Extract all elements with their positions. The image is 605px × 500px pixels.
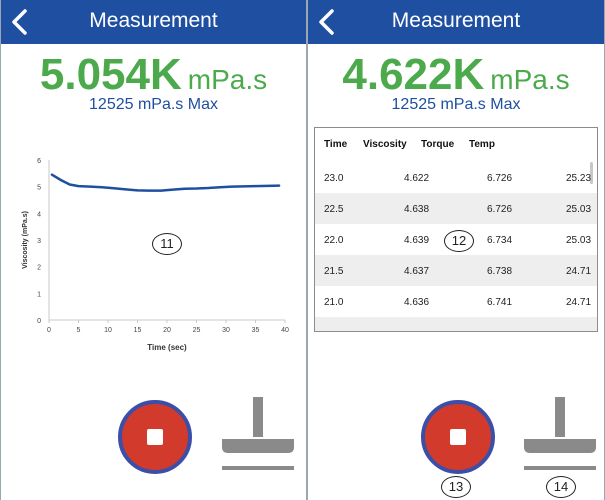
callout-marker: 12 [444, 230, 474, 252]
viscosity-reading: 4.622K mPa.s [308, 50, 604, 100]
x-tick-label: 35 [252, 327, 260, 334]
viscosity-chart: 0 1 2 3 4 5 6 0 5 10 15 20 25 30 35 40 Time (sec) Viscosi… [22, 158, 289, 352]
cell-temp: 25.03 [566, 204, 592, 215]
y-tick-label: 2 [37, 265, 41, 272]
stop-square-icon [450, 429, 466, 445]
stop-button[interactable] [118, 400, 192, 474]
cell-torque: 6.738 [487, 266, 513, 277]
spindle-probe-icon[interactable] [522, 395, 598, 471]
column-header: Temp [469, 139, 495, 150]
stop-button[interactable] [421, 400, 495, 474]
table-row: 21.5 4.637 6.738 24.71 [315, 255, 597, 286]
y-tick-label: 6 [37, 158, 41, 165]
header-bar: Measurement [308, 0, 604, 44]
cell-time: 22.5 [324, 204, 344, 215]
viscosity-value: 4.622K [342, 50, 485, 99]
header-bar: Measurement [1, 0, 306, 44]
table-row: 21.0 4.636 6.741 24.71 [315, 286, 597, 317]
page-title: Measurement [89, 9, 218, 32]
table-row: 23.0 4.622 6.726 25.23 [315, 162, 597, 193]
cell-torque: 6.726 [487, 204, 513, 215]
table-row-partial [315, 317, 597, 331]
y-axis-label: Viscosity (mPa.s) [22, 211, 29, 269]
measurement-panel-chart: Measurement 5.054K mPa.s 12525 mPa.s Max … [0, 0, 307, 500]
viscosity-value: 5.054K [39, 50, 182, 99]
max-viscosity: 12525 mPa.s Max [89, 96, 218, 113]
max-viscosity: 12525 mPa.s Max [391, 96, 521, 113]
stop-square-icon [147, 429, 163, 445]
cell-time: 23.0 [324, 173, 344, 184]
x-axis-label: Time (sec) [147, 343, 187, 352]
callout-marker: 14 [546, 476, 576, 498]
viscosity-unit: mPa.s [187, 64, 268, 95]
cell-torque: 6.741 [487, 297, 513, 308]
cell-time: 21.0 [324, 297, 344, 308]
cell-viscosity: 4.637 [404, 266, 430, 277]
column-header: Torque [421, 139, 455, 150]
viscosity-unit: mPa.s [490, 64, 570, 95]
y-tick-label: 0 [37, 318, 41, 325]
cell-viscosity: 4.638 [404, 204, 430, 215]
x-tick-label: 25 [193, 327, 201, 334]
y-tick-label: 4 [37, 211, 41, 218]
cell-viscosity: 4.639 [404, 235, 430, 246]
cell-temp: 25.03 [566, 235, 592, 246]
x-tick-label: 10 [104, 327, 112, 334]
cell-temp: 24.71 [566, 297, 592, 308]
column-header: Viscosity [363, 139, 407, 150]
spindle-probe-icon[interactable] [220, 395, 296, 471]
cell-temp: 24.71 [566, 266, 592, 277]
cell-torque: 6.734 [487, 235, 513, 246]
cell-temp: 25.23 [566, 173, 592, 184]
viscosity-reading: 5.054K mPa.s [1, 50, 306, 100]
callout-marker: 11 [152, 233, 182, 255]
y-tick-label: 5 [37, 185, 41, 192]
x-tick-label: 20 [163, 327, 171, 334]
viscosity-series-line [50, 173, 281, 192]
page-title: Measurement [391, 9, 521, 32]
callout-marker: 13 [441, 476, 471, 498]
y-tick-label: 1 [37, 291, 41, 298]
measurement-panel-table: Measurement 4.622K mPa.s 12525 mPa.s Max … [307, 0, 605, 500]
table-header: Time Viscosity Torque Temp [315, 128, 597, 161]
cell-torque: 6.726 [487, 173, 513, 184]
column-header: Time [324, 139, 348, 150]
y-tick-label: 3 [37, 238, 41, 245]
x-tick-label: 30 [222, 327, 230, 334]
cell-viscosity: 4.636 [404, 297, 430, 308]
x-tick-label: 15 [134, 327, 142, 334]
x-tick-label: 40 [281, 327, 289, 334]
x-tick-label: 5 [77, 327, 81, 334]
cell-time: 22.0 [324, 235, 344, 246]
cell-viscosity: 4.622 [404, 173, 430, 184]
table-row: 22.5 4.638 6.726 25.03 [315, 193, 597, 224]
x-tick-label: 0 [47, 327, 51, 334]
cell-time: 21.5 [324, 266, 344, 277]
